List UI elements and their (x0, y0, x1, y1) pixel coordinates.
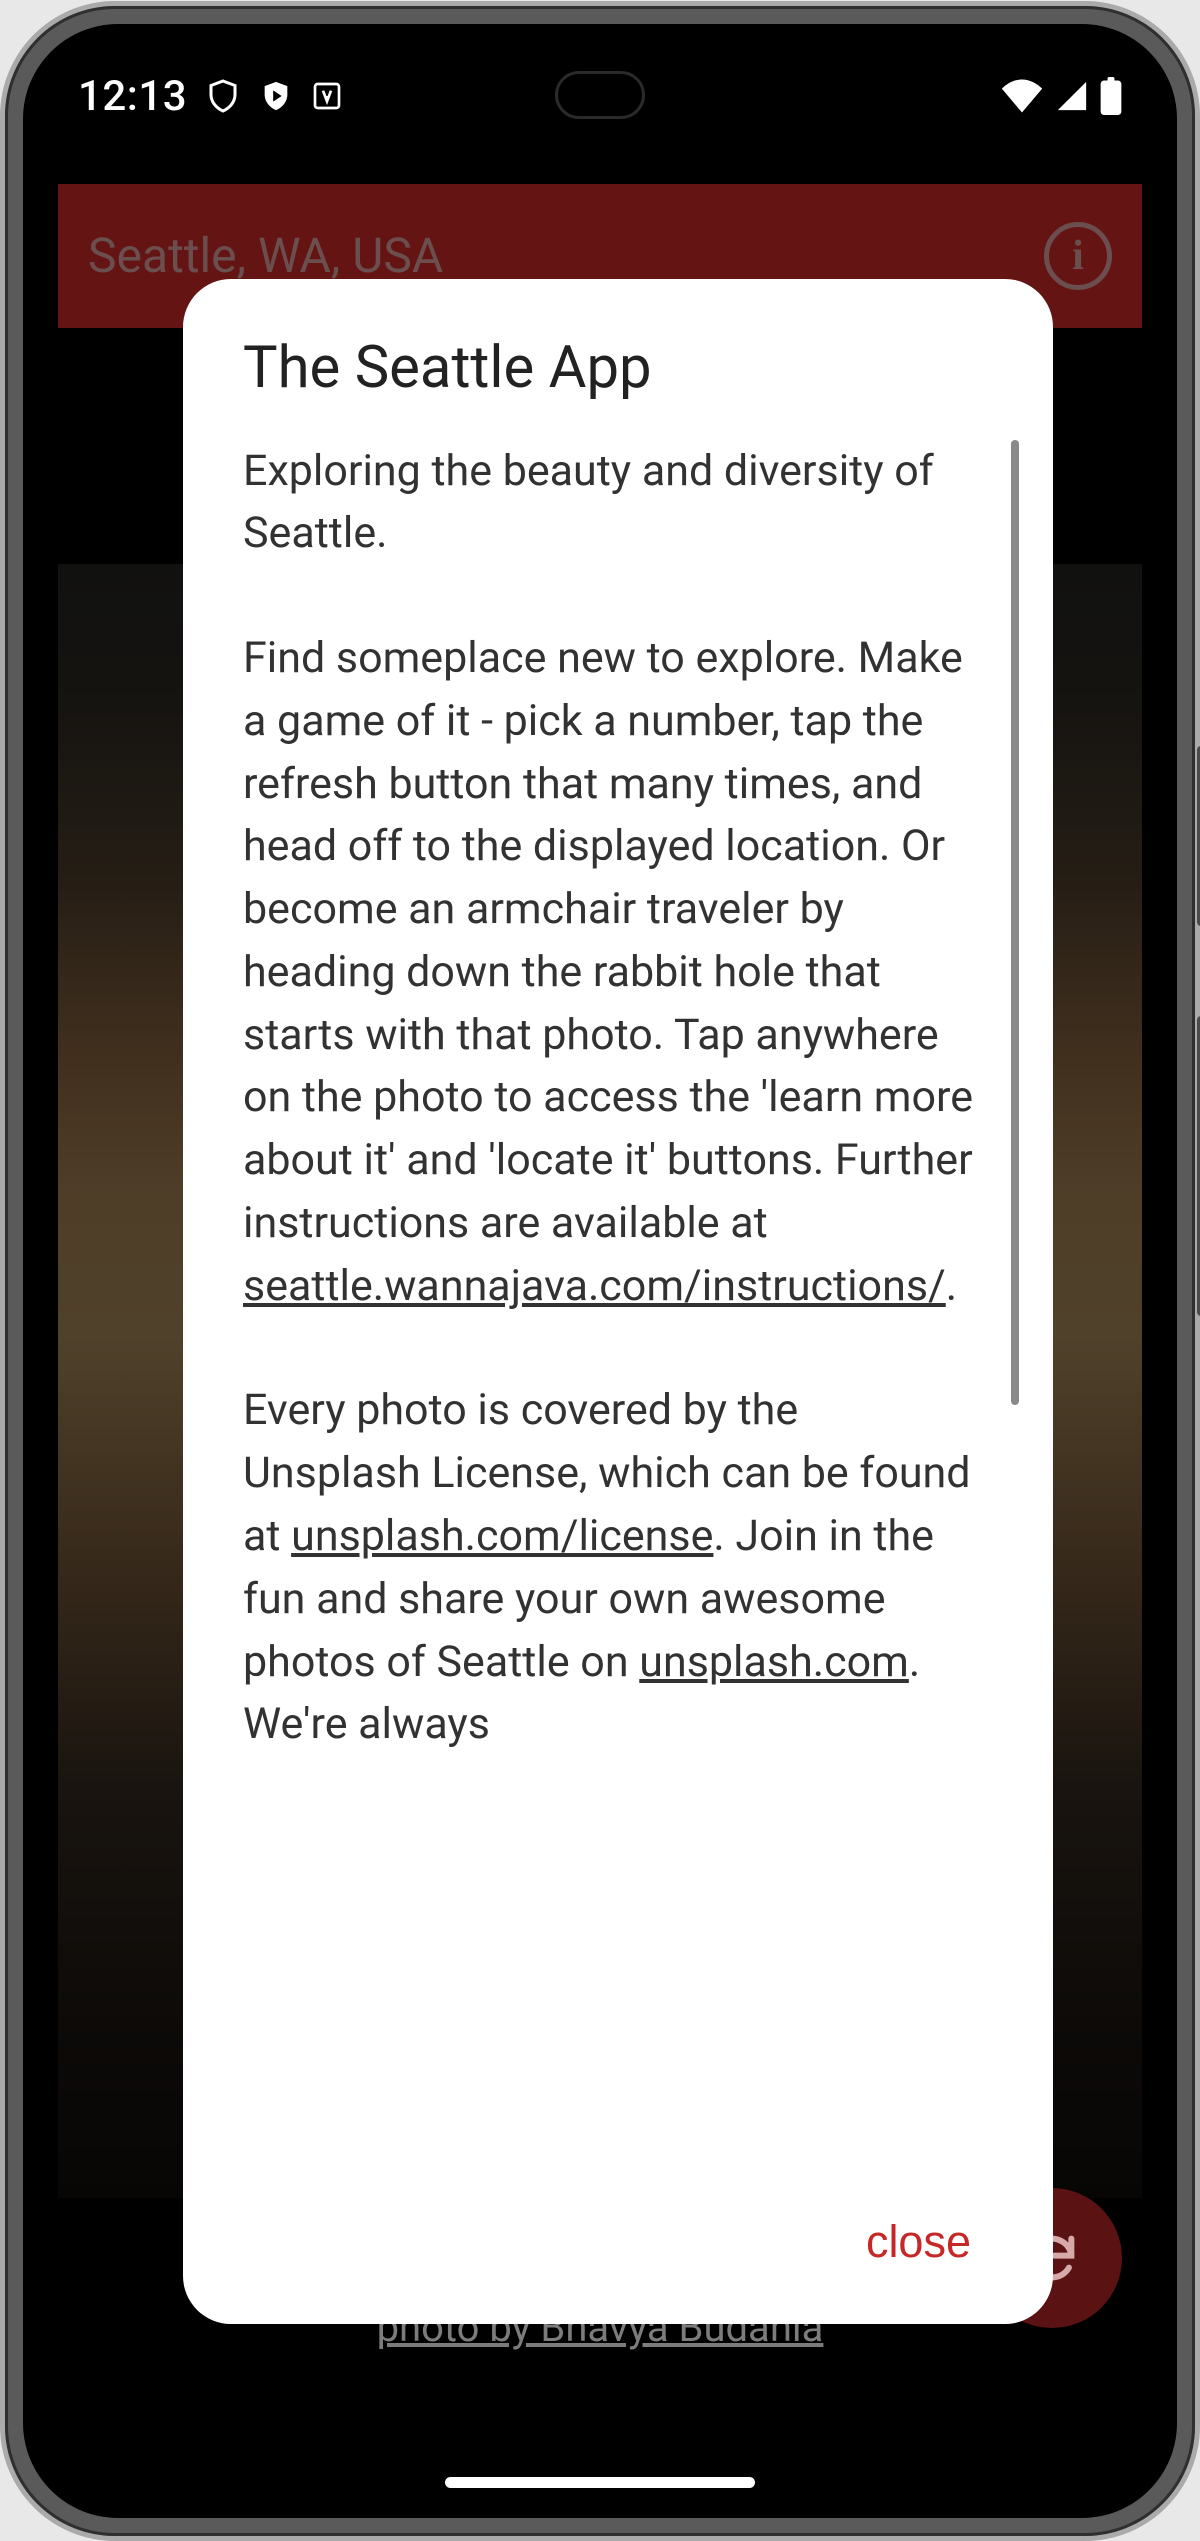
unsplash-link[interactable]: unsplash.com (639, 1637, 909, 1687)
shield-play-icon (259, 77, 293, 115)
nav-handle[interactable] (445, 2477, 755, 2488)
wifi-icon (1000, 78, 1044, 114)
camera-cutout (555, 71, 645, 119)
text-box-icon (311, 80, 343, 112)
dialog-body[interactable]: Exploring the beauty and diversity of Se… (243, 440, 1023, 2164)
phone-frame: 12:13 (5, 6, 1195, 2536)
cell-signal-icon (1054, 79, 1090, 113)
dialog-body-wrap: Exploring the beauty and diversity of Se… (243, 440, 1023, 2164)
battery-icon (1100, 77, 1122, 115)
dialog-intro: Exploring the beauty and diversity of Se… (243, 446, 934, 559)
dialog-actions: close (243, 2164, 1023, 2284)
close-button[interactable]: close (838, 2200, 999, 2284)
unsplash-license-link[interactable]: unsplash.com/license (291, 1511, 713, 1561)
phone-screen: 12:13 (23, 24, 1177, 2518)
dialog-para1-a: Find someplace new to explore. Make a ga… (243, 633, 973, 1248)
about-dialog: The Seattle App Exploring the beauty and… (183, 279, 1053, 2324)
status-time: 12:13 (78, 72, 187, 121)
dialog-title: The Seattle App (243, 334, 1023, 402)
instructions-link[interactable]: seattle.wannajava.com/instructions/ (243, 1261, 946, 1311)
shield-outline-icon (205, 76, 241, 116)
dialog-para1-b: . (946, 1261, 957, 1311)
scrollbar[interactable] (1011, 440, 1019, 1405)
